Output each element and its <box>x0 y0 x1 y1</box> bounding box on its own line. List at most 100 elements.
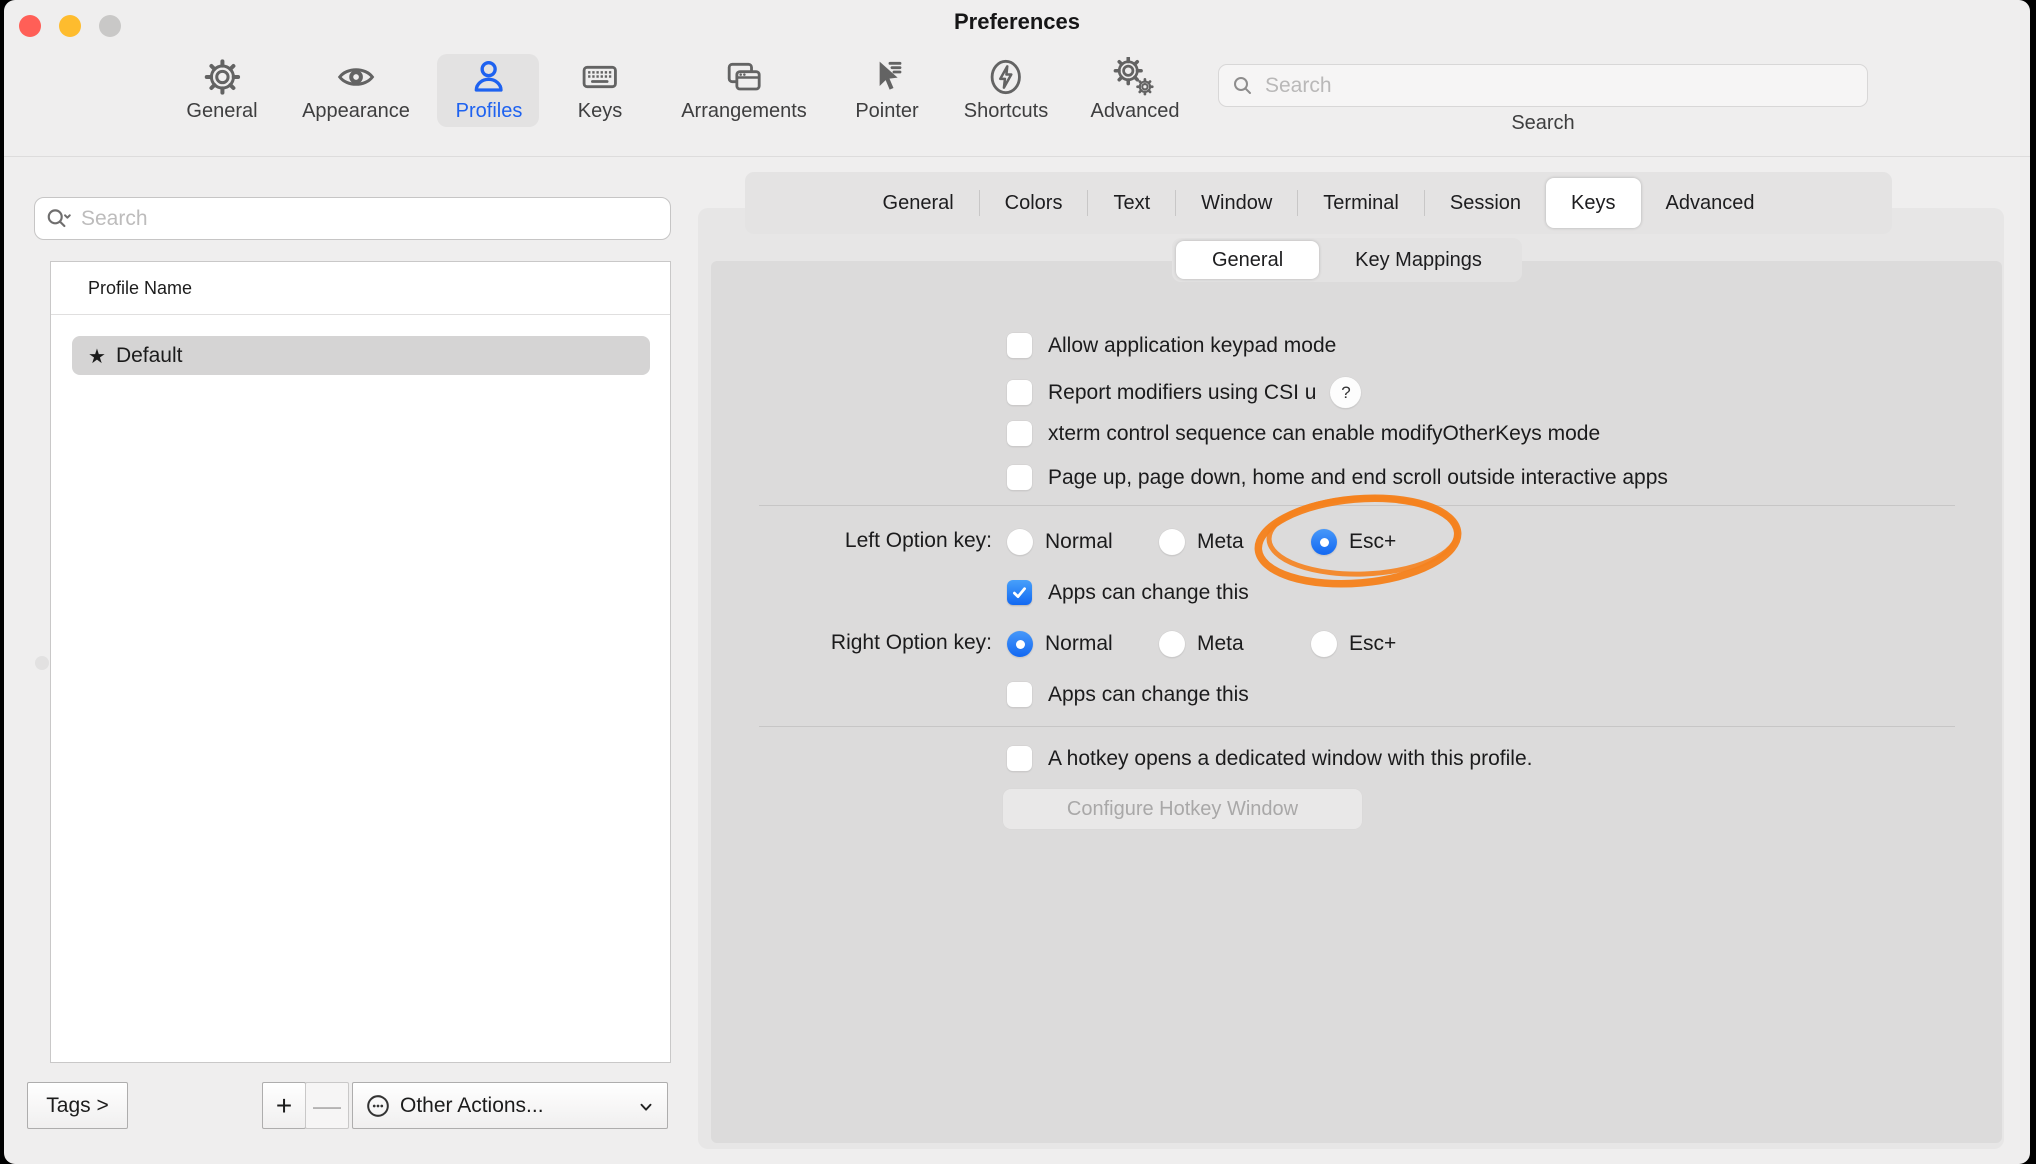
bolt-icon <box>986 57 1026 97</box>
tags-button[interactable]: Tags > <box>27 1082 128 1129</box>
ellipsis-circle-icon <box>365 1093 391 1119</box>
radio-right-option-normal: Normal <box>1007 631 1113 657</box>
subtab-general[interactable]: General <box>1176 241 1319 279</box>
profile-list: Profile Name ★ Default <box>50 261 671 1063</box>
double-gear-icon <box>1113 57 1157 97</box>
right-option-key-label: Right Option key: <box>604 631 992 655</box>
toolbar-item-label: Shortcuts <box>964 100 1048 123</box>
toolbar-item-general[interactable]: General <box>186 57 257 123</box>
radio-right-option-esc: Esc+ <box>1311 631 1396 657</box>
profile-name: Default <box>116 344 183 368</box>
checkbox-row-scroll-outside-apps: Page up, page down, home and end scroll … <box>1007 465 1668 490</box>
checkbox-label: A hotkey opens a dedicated window with t… <box>1048 747 1532 771</box>
checkbox-row-apps-change-right: Apps can change this <box>1007 682 1249 707</box>
toolbar-item-label: Advanced <box>1091 100 1180 123</box>
checkbox-hotkey-window[interactable] <box>1007 746 1032 771</box>
checkbox-apps-can-change-right[interactable] <box>1007 682 1032 707</box>
checkbox-report-modifiers-csi-u[interactable] <box>1007 380 1032 405</box>
toolbar-item-pointer[interactable]: Pointer <box>855 57 918 123</box>
gear-icon <box>202 57 242 97</box>
profile-tab-bar: General Colors Text Window Terminal Sess… <box>745 172 1892 234</box>
radio-button-esc[interactable] <box>1311 631 1337 657</box>
add-profile-button[interactable]: + <box>262 1082 306 1129</box>
toolbar-item-profiles[interactable]: Profiles <box>456 57 523 123</box>
toolbar-item-appearance[interactable]: Appearance <box>302 57 410 123</box>
tab-colors[interactable]: Colors <box>980 178 1088 228</box>
toolbar-item-label: Appearance <box>302 100 410 123</box>
toolbar-search-caption: Search <box>1218 112 1868 135</box>
radio-button-normal-selected[interactable] <box>1007 631 1033 657</box>
tab-window[interactable]: Window <box>1176 178 1297 228</box>
checkbox-label: Apps can change this <box>1048 683 1249 707</box>
toolbar-item-shortcuts[interactable]: Shortcuts <box>964 57 1048 123</box>
left-option-key-label: Left Option key: <box>604 529 992 553</box>
radio-label: Meta <box>1197 632 1244 656</box>
configure-hotkey-window-button[interactable]: Configure Hotkey Window <box>1003 789 1362 829</box>
toolbar-item-arrangements[interactable]: Arrangements <box>681 57 807 123</box>
toolbar-item-label: Arrangements <box>681 100 807 123</box>
subtab-key-mappings[interactable]: Key Mappings <box>1319 241 1518 279</box>
person-icon <box>469 57 509 97</box>
search-icon <box>1231 74 1255 98</box>
tab-session[interactable]: Session <box>1425 178 1546 228</box>
windows-icon <box>723 57 765 97</box>
radio-left-option-esc: Esc+ <box>1311 529 1396 555</box>
checkbox-apps-can-change-left-checked[interactable] <box>1007 580 1032 605</box>
checkbox-label: Page up, page down, home and end scroll … <box>1048 466 1668 490</box>
checkbox-allow-keypad-mode[interactable] <box>1007 333 1032 358</box>
radio-left-option-normal: Normal <box>1007 529 1113 555</box>
profile-row-default[interactable]: ★ Default <box>72 336 650 375</box>
tab-text[interactable]: Text <box>1088 178 1175 228</box>
radio-label: Normal <box>1045 530 1113 554</box>
tab-keys[interactable]: Keys <box>1546 178 1640 228</box>
toolbar-item-keys[interactable]: Keys <box>578 57 622 123</box>
toolbar-item-label: Keys <box>578 100 622 123</box>
toolbar-item-label: Pointer <box>855 100 918 123</box>
checkbox-label: Apps can change this <box>1048 581 1249 605</box>
checkbox-row-keypad-mode: Allow application keypad mode <box>1007 333 1336 358</box>
tab-terminal[interactable]: Terminal <box>1298 178 1424 228</box>
radio-label: Normal <box>1045 632 1113 656</box>
checkbox-label: Report modifiers using CSI u <box>1048 381 1316 405</box>
radio-right-option-meta: Meta <box>1159 631 1244 657</box>
radio-button-normal[interactable] <box>1007 529 1033 555</box>
section-divider <box>759 726 1955 727</box>
checkbox-row-modify-other-keys: xterm control sequence can enable modify… <box>1007 421 1600 446</box>
radio-label: Meta <box>1197 530 1244 554</box>
checkbox-label: xterm control sequence can enable modify… <box>1048 422 1600 446</box>
tab-advanced[interactable]: Advanced <box>1641 178 1780 228</box>
remove-profile-button[interactable]: — <box>305 1082 349 1129</box>
radio-label: Esc+ <box>1349 530 1396 554</box>
radio-label: Esc+ <box>1349 632 1396 656</box>
radio-button-meta[interactable] <box>1159 631 1185 657</box>
search-scope-icon <box>45 206 73 232</box>
chevron-down-icon <box>637 1098 655 1116</box>
checkbox-row-csi-u: Report modifiers using CSI u ? <box>1007 377 1361 408</box>
window-title: Preferences <box>4 9 2030 35</box>
checkbox-label: Allow application keypad mode <box>1048 334 1336 358</box>
radio-button-esc-selected[interactable] <box>1311 529 1337 555</box>
section-divider <box>759 505 1955 506</box>
checkbox-row-hotkey-window: A hotkey opens a dedicated window with t… <box>1007 746 1532 771</box>
checkbox-page-scroll-outside-apps[interactable] <box>1007 465 1032 490</box>
toolbar-item-label: General <box>186 100 257 123</box>
toolbar-search-field[interactable] <box>1218 64 1868 107</box>
other-actions-dropdown[interactable]: Other Actions... <box>352 1082 668 1129</box>
tab-general[interactable]: General <box>858 178 979 228</box>
toolbar-item-label: Profiles <box>456 100 523 123</box>
cursor-icon <box>867 57 907 97</box>
keys-subtab-bar: General Key Mappings <box>1172 238 1522 282</box>
checkbox-row-apps-change-left: Apps can change this <box>1007 580 1249 605</box>
toolbar-item-advanced[interactable]: Advanced <box>1091 57 1180 123</box>
star-icon: ★ <box>88 344 106 368</box>
profile-search-input[interactable] <box>79 206 623 232</box>
help-button[interactable]: ? <box>1330 377 1361 408</box>
checkmark-icon <box>1011 584 1028 601</box>
radio-button-meta[interactable] <box>1159 529 1185 555</box>
other-actions-label: Other Actions... <box>400 1094 544 1118</box>
checkbox-xterm-modify-other-keys[interactable] <box>1007 421 1032 446</box>
profile-search-field[interactable] <box>34 197 671 240</box>
toolbar-search-input[interactable] <box>1263 73 1827 99</box>
radio-left-option-meta: Meta <box>1159 529 1244 555</box>
profile-list-header: Profile Name <box>51 262 670 315</box>
